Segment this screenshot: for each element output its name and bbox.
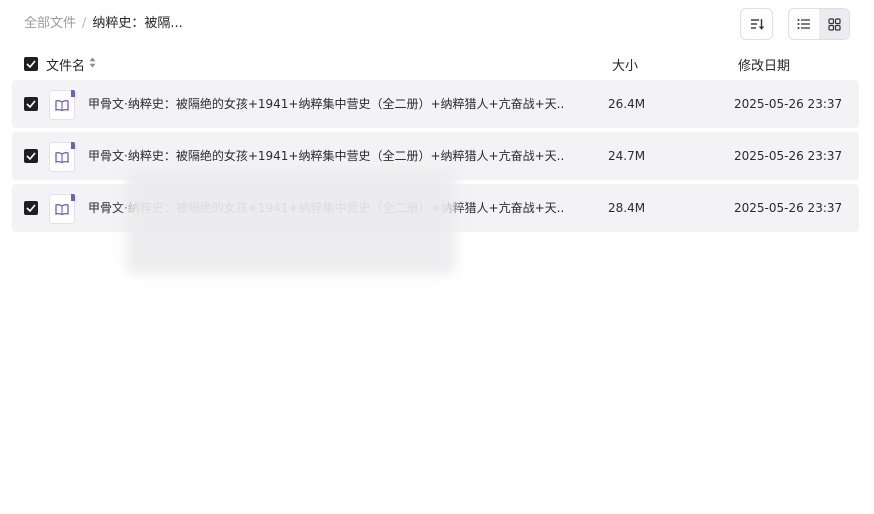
column-header-modified[interactable]: 修改日期 xyxy=(738,55,790,74)
checkmark-icon xyxy=(26,152,36,160)
file-size: 24.7M xyxy=(608,149,646,163)
book-icon xyxy=(55,204,69,215)
row-checkbox[interactable] xyxy=(24,149,38,163)
file-size: 26.4M xyxy=(608,97,646,111)
column-header-name[interactable]: 文件名 xyxy=(46,55,85,74)
breadcrumb-root-link[interactable]: 全部文件 xyxy=(24,16,76,31)
file-modified-date: 2025-05-26 23:37 xyxy=(734,149,843,163)
grid-view-button[interactable] xyxy=(819,9,849,39)
file-modified-date: 2025-05-26 23:37 xyxy=(734,201,843,215)
grid-icon xyxy=(827,17,841,31)
table-header: 文件名 大小 修改日期 xyxy=(12,52,859,76)
table-row[interactable]: 甲骨文·纳粹史：被隔绝的女孩+1941+纳粹集中营史（全二册）+纳粹猎人+亢奋战… xyxy=(12,80,859,128)
breadcrumb: 全部文件 / 纳粹史：被隔... xyxy=(24,15,183,33)
ebook-file-icon xyxy=(49,194,75,224)
file-name[interactable]: 甲骨文·纳粹史：被隔绝的女孩+1941+纳粹集中营史（全二册）+纳粹猎人+亢奋战… xyxy=(88,148,564,164)
sort-caret-icon[interactable] xyxy=(89,57,96,68)
sort-lines-icon xyxy=(750,19,764,30)
book-icon xyxy=(55,152,69,163)
column-header-size[interactable]: 大小 xyxy=(612,55,638,74)
tooltip-overlay xyxy=(126,170,456,274)
checkmark-icon xyxy=(26,204,36,212)
row-checkbox[interactable] xyxy=(24,201,38,215)
top-bar: 全部文件 / 纳粹史：被隔... xyxy=(0,0,874,48)
book-icon xyxy=(55,100,69,111)
file-modified-date: 2025-05-26 23:37 xyxy=(734,97,843,111)
sort-button[interactable] xyxy=(740,8,773,40)
breadcrumb-separator: / xyxy=(82,16,87,31)
ebook-file-icon xyxy=(49,142,75,172)
view-toggle xyxy=(788,8,850,40)
file-name[interactable]: 甲骨文·纳粹史：被隔绝的女孩+1941+纳粹集中营史（全二册）+纳粹猎人+亢奋战… xyxy=(88,96,564,112)
select-all-checkbox[interactable] xyxy=(24,57,38,71)
checkmark-icon xyxy=(26,100,36,108)
breadcrumb-current: 纳粹史：被隔... xyxy=(92,16,183,31)
list-view-button[interactable] xyxy=(789,9,819,39)
list-icon xyxy=(797,19,810,29)
file-size: 28.4M xyxy=(608,201,646,215)
checkmark-icon xyxy=(26,60,36,68)
ebook-file-icon xyxy=(49,90,75,120)
row-checkbox[interactable] xyxy=(24,97,38,111)
